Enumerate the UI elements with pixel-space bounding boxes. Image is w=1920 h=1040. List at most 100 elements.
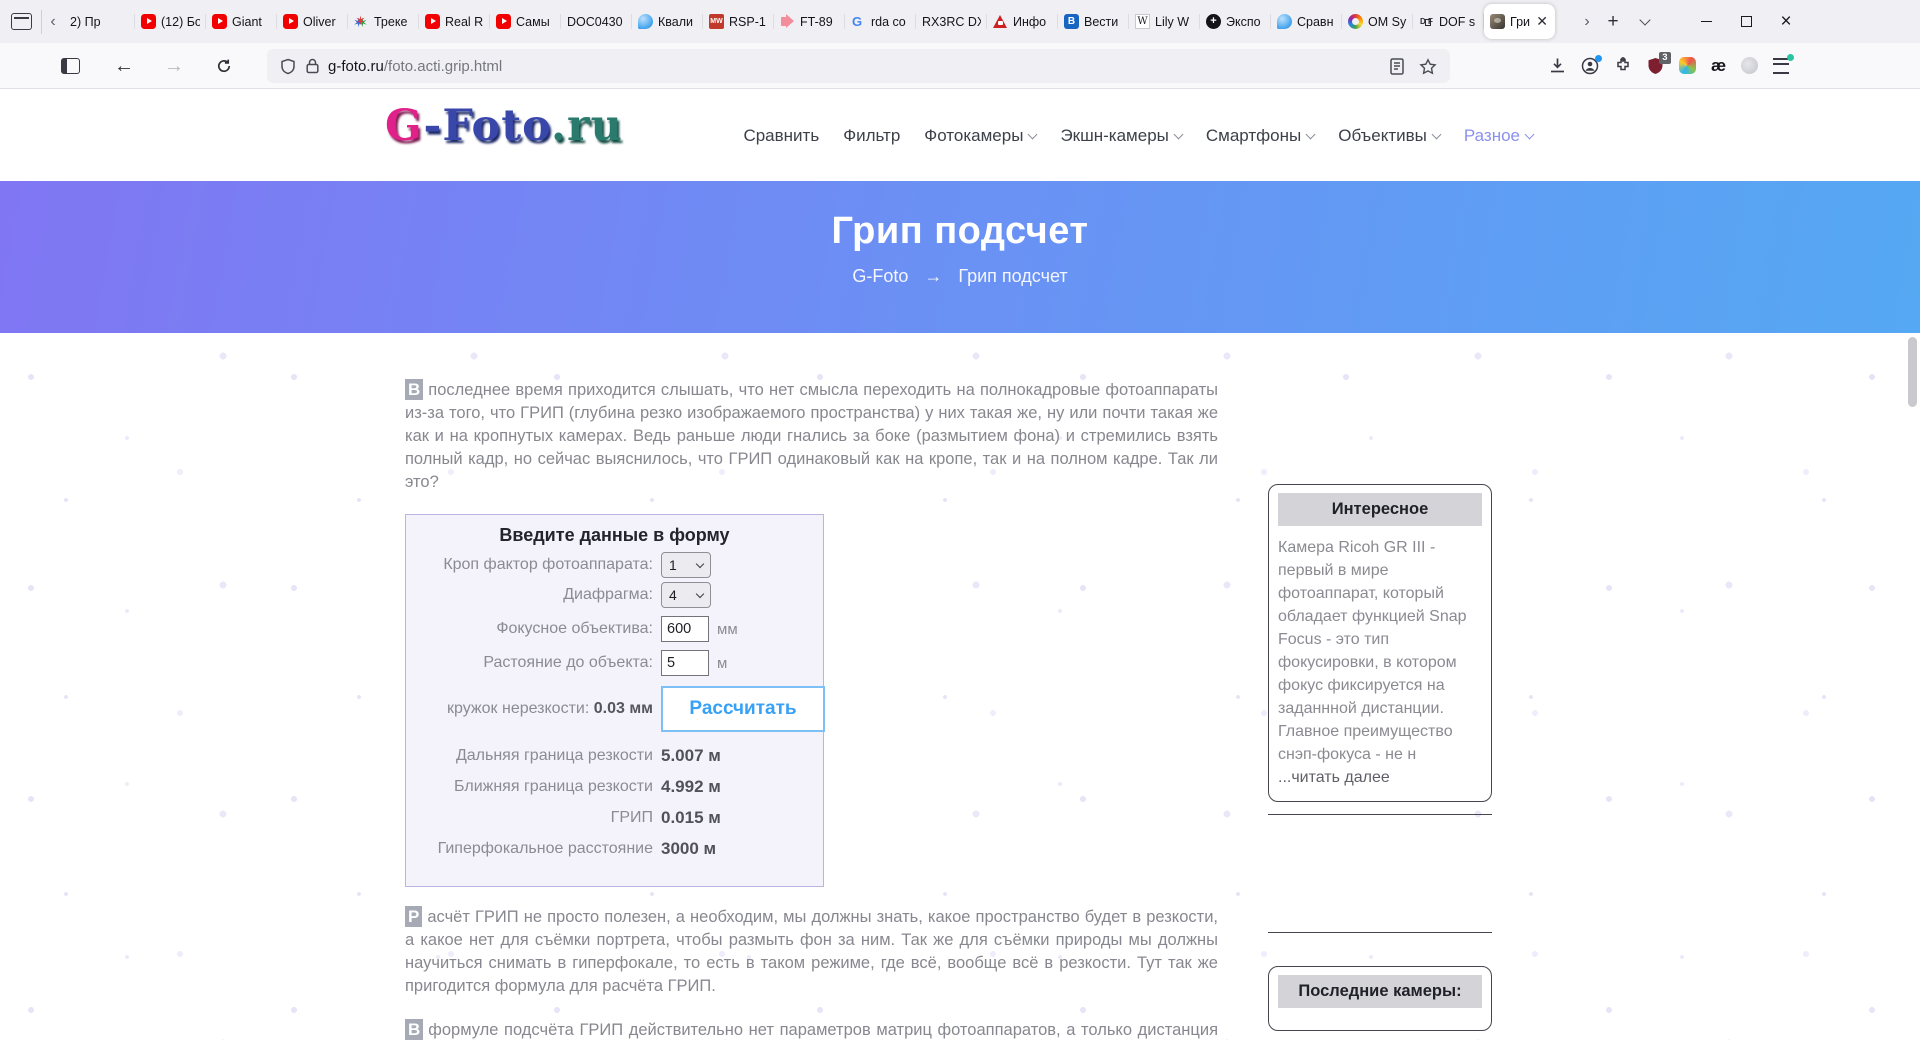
browser-tab[interactable]: 2) Пр ✕ [64,4,135,39]
lock-icon[interactable] [306,58,319,74]
result-value: 4.992 м [661,777,721,796]
results-block: Дальняя граница резкости 5.007 м Ближняя… [406,746,823,859]
browser-tab[interactable]: Oliver ✕ [277,4,348,39]
restore-button[interactable] [1726,0,1766,43]
result-value: 0.015 м [661,808,721,827]
reader-mode-icon[interactable] [1390,57,1404,75]
bookmark-star-icon[interactable] [1419,57,1437,75]
url-domain: g-foto.ru [328,57,384,75]
browser-tab[interactable]: Инфо ✕ [987,4,1058,39]
focal-length-input[interactable] [661,616,709,642]
browser-tab[interactable]: RSP-1 ✕ [703,4,774,39]
result-row: Ближняя граница резкости 4.992 м [406,777,823,797]
dof-icon [1419,14,1434,29]
site-logo[interactable]: G-Foto.ru [385,101,623,151]
chevron-down-icon [1431,129,1442,140]
nav-item-label: Разное [1463,126,1520,145]
shield-icon[interactable] [280,58,296,75]
tab-strip: 2) Пр ✕ (12) Бо ✕ Giant ✕ Oliver ✕ Треке [64,0,1576,43]
result-label: Дальняя граница резкости [455,747,653,764]
close-button[interactable]: × [1766,0,1806,43]
nav-item[interactable]: Фильтр [843,126,900,146]
tab-title: DOF s [1439,14,1476,29]
nav-item[interactable]: Разное [1463,126,1535,146]
browser-tab[interactable]: Сравн ✕ [1271,4,1342,39]
nav-item[interactable]: Сравнить [743,126,819,146]
menu-button[interactable] [1773,53,1795,74]
reload-button[interactable] [208,50,240,82]
tab-title: Квали [658,14,694,29]
chevron-down-icon [1305,129,1316,140]
distance-input[interactable] [661,650,709,676]
youtube-icon [141,14,156,29]
browser-tab[interactable]: rda co ✕ [845,4,916,39]
back-arrow-icon: ← [114,54,134,77]
nav-item[interactable]: Экшн-камеры [1060,126,1184,146]
browser-tab[interactable]: (12) Бо ✕ [135,4,206,39]
forward-button[interactable]: → [158,50,190,82]
window-controls: × [1686,0,1806,43]
browser-tab[interactable]: DOC0430 ✕ [561,4,632,39]
new-tab-button[interactable]: + [1598,11,1628,33]
nav-item[interactable]: Фотокамеры [924,126,1038,146]
nav-item[interactable]: Смартфоны [1205,126,1316,146]
tab-scroll-right-button[interactable]: › [1576,0,1598,43]
toolbar-extensions: 3 æ [1549,43,1795,88]
article-paragraph-1: Впоследнее время приходится слышать, что… [405,379,1218,491]
browser-tab[interactable]: Вести ✕ [1058,4,1129,39]
latest-cameras-box: Последние камеры: [1268,966,1492,1031]
scrollbar-thumb[interactable] [1908,337,1917,407]
browser-tab[interactable]: Самы ✕ [490,4,561,39]
google-icon [851,14,866,29]
list-all-tabs-button[interactable] [1628,14,1662,26]
browser-tab[interactable]: RX3RC DX ✕ [916,4,987,39]
browser-tab[interactable]: Гри ✕ [1484,4,1555,39]
sidebar-icon [60,58,80,74]
read-more-link[interactable]: ...читать далее [1278,766,1482,789]
url-bar[interactable]: g-foto.ru/foto.acti.grip.html [267,49,1450,83]
main-navigation: Сравнить Фильтр Фотокамеры Экшн-камеры С… [743,126,1535,146]
browser-tab[interactable]: Giant ✕ [206,4,277,39]
browser-tab[interactable]: FT-89 ✕ [774,4,845,39]
minimize-button[interactable] [1686,0,1726,43]
back-button[interactable]: ← [108,50,140,82]
account-button[interactable] [1581,54,1602,75]
mw-icon [709,14,724,29]
nav-item-label: Фильтр [843,126,901,145]
extensions-puzzle-icon[interactable] [1614,56,1632,75]
focal-unit: мм [717,620,738,638]
browser-tab[interactable]: Lily W ✕ [1129,4,1200,39]
aperture-select[interactable]: 4 [661,582,711,608]
hero-banner: Грип подсчет G-Foto → Грип подсчет [0,181,1920,333]
calculate-button[interactable]: Рассчитать [661,686,825,732]
tab-title: Треке [374,14,408,29]
browser-tab[interactable]: Треке ✕ [348,4,419,39]
tab-title: OM Sy [1368,14,1407,29]
sidebar-toggle-button[interactable] [54,50,86,82]
ae-extension-icon[interactable]: æ [1711,56,1726,76]
browser-tab[interactable]: Real R ✕ [419,4,490,39]
crop-factor-select[interactable]: 1 [661,552,711,578]
blackplus-icon [1206,14,1221,29]
tab-title: Самы [516,14,550,29]
browser-tab[interactable]: DOF s ✕ [1413,4,1484,39]
ublock-button[interactable]: 3 [1647,51,1671,75]
download-icon[interactable] [1549,57,1566,74]
browser-tab[interactable]: Экспо ✕ [1200,4,1271,39]
nav-item-label: Смартфоны [1205,126,1302,145]
chevron-down-icon [1173,129,1184,140]
tab-close-icon[interactable]: ✕ [1535,13,1549,30]
browser-tab[interactable]: Квали ✕ [632,4,703,39]
colorful-extension-icon[interactable] [1679,57,1696,74]
result-row: ГРИП 0.015 м [406,808,823,828]
browser-tab[interactable]: OM Sy ✕ [1342,4,1413,39]
aperture-label: Диафрагма: [563,586,653,603]
firefox-view-icon[interactable] [11,13,32,30]
tab-scroll-left-button[interactable]: ‹ [42,0,64,43]
breadcrumb-home-link[interactable]: G-Foto [852,266,908,287]
mask-extension-icon[interactable] [1741,57,1759,74]
close-icon: × [1780,11,1792,32]
minimize-icon [1700,20,1712,23]
nav-item[interactable]: Объективы [1338,126,1442,146]
chevron-down-icon [695,589,705,599]
